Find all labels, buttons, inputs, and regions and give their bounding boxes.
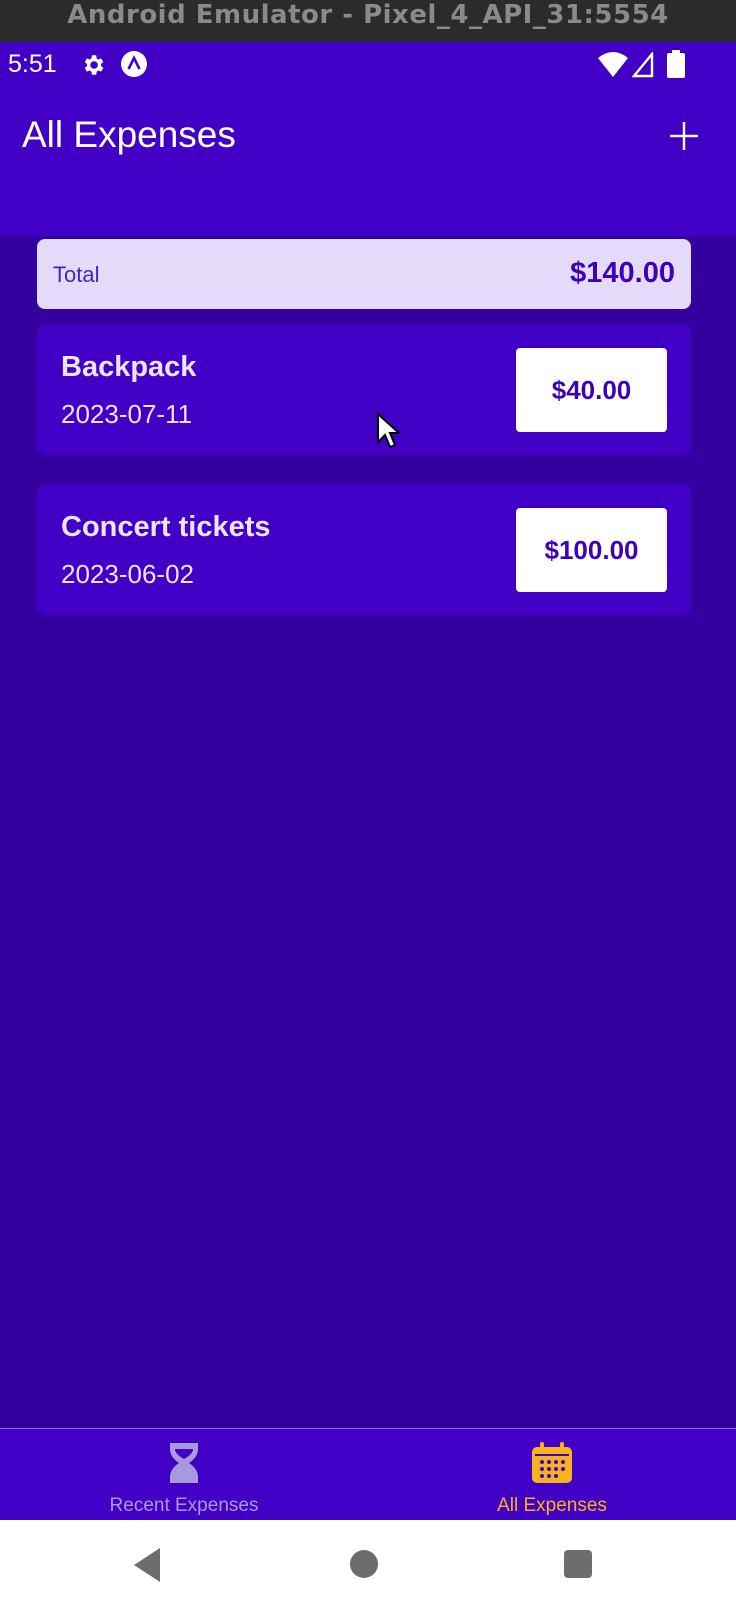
tab-label: Recent Expenses <box>109 1495 259 1516</box>
tab-label: All Expenses <box>497 1495 607 1516</box>
battery-icon <box>667 50 685 78</box>
summary-total: $140.00 <box>570 257 675 289</box>
expense-amount: $100.00 <box>544 534 639 565</box>
wifi-icon <box>598 52 628 77</box>
tab-recent-expenses[interactable]: Recent Expenses <box>0 1429 368 1521</box>
expense-amount-box: $40.00 <box>516 348 667 432</box>
expense-title: Concert tickets <box>61 511 271 543</box>
emulator-window-titlebar: Android Emulator - Pixel_4_API_31:5554 <box>0 0 736 42</box>
page-title: All Expenses <box>22 114 236 155</box>
tab-all-expenses[interactable]: All Expenses <box>368 1429 736 1521</box>
expenses-summary: Total $140.00 <box>37 239 691 309</box>
expense-date: 2023-07-11 <box>61 399 193 429</box>
expense-title: Backpack <box>61 351 197 383</box>
bottom-tab-bar: Recent Expenses All Expenses <box>0 1428 736 1521</box>
phone-screen: 5:51 All Expenses Total $140.00 Backpack… <box>0 42 736 1616</box>
system-nav-bar <box>0 1520 736 1616</box>
gear-icon <box>84 55 104 75</box>
plus-icon <box>670 122 698 150</box>
window-title: Android Emulator - Pixel_4_API_31:5554 <box>67 0 669 30</box>
signal-icon <box>632 52 654 78</box>
recents-icon[interactable] <box>562 1548 594 1580</box>
expense-amount: $40.00 <box>551 374 632 405</box>
status-time: 5:51 <box>8 50 57 78</box>
status-bar: 5:51 <box>0 42 736 90</box>
summary-label: Total <box>53 262 100 287</box>
hourglass-icon <box>170 1443 198 1483</box>
expense-date: 2023-06-02 <box>61 559 194 589</box>
expense-amount-box: $100.00 <box>516 508 667 592</box>
home-icon[interactable] <box>348 1548 380 1580</box>
calendar-icon <box>532 1442 572 1483</box>
back-icon[interactable] <box>130 1546 164 1584</box>
expense-item-concert-tickets[interactable]: Concert tickets 2023-06-02 $100.00 <box>37 485 691 615</box>
a-notification-icon <box>121 51 147 77</box>
expense-item-backpack[interactable]: Backpack 2023-07-11 $40.00 <box>37 325 691 455</box>
add-expense-button[interactable] <box>668 120 700 152</box>
app-bar <box>0 90 736 236</box>
